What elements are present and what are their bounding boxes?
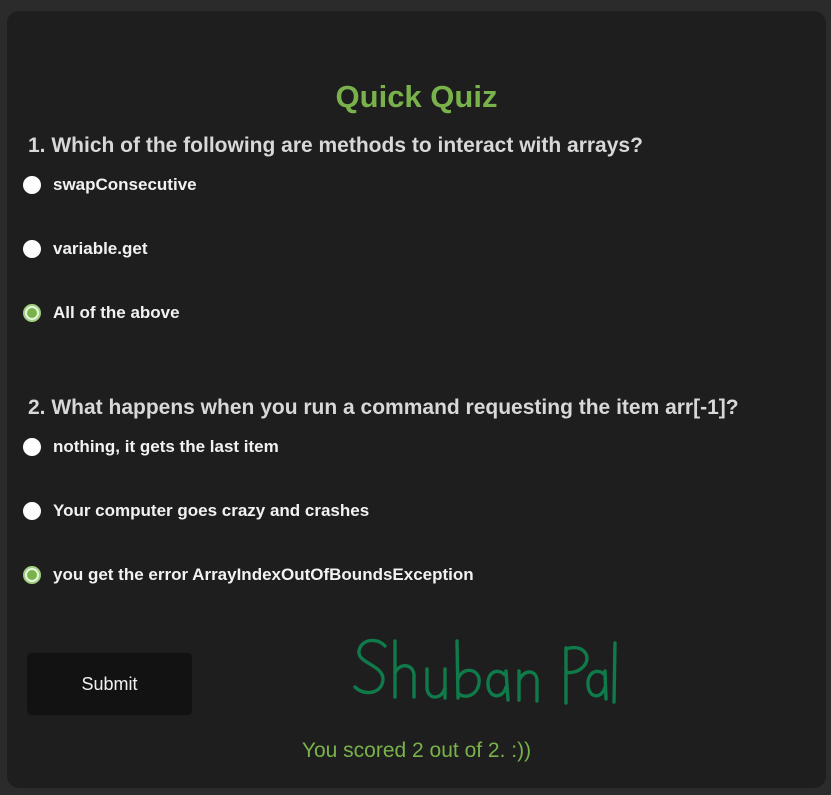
score-message: You scored 2 out of 2. :)) — [301, 739, 532, 762]
q1-option-2[interactable]: variable.get — [23, 238, 148, 260]
q2-option-3-radio[interactable] — [23, 566, 41, 584]
q1-option-1[interactable]: swapConsecutive — [23, 174, 197, 196]
quiz-card: Quick Quiz 1. Which of the following are… — [7, 11, 826, 788]
q2-option-2-label: Your computer goes crazy and crashes — [53, 501, 370, 520]
submit-button[interactable]: Submit — [27, 653, 192, 715]
quiz-title: Quick Quiz — [335, 79, 498, 114]
q2-option-3-label: you get the error ArrayIndexOutOfBoundsE… — [53, 565, 474, 584]
handwritten-signature — [353, 638, 617, 705]
q2-option-1-radio[interactable] — [23, 438, 41, 456]
q1-option-2-radio[interactable] — [23, 240, 41, 258]
q2-option-2[interactable]: Your computer goes crazy and crashes — [23, 500, 369, 522]
q1-option-1-radio[interactable] — [23, 176, 41, 194]
q1-option-1-label: swapConsecutive — [53, 175, 197, 194]
q1-option-3-radio[interactable] — [23, 304, 41, 322]
q2-option-3[interactable]: you get the error ArrayIndexOutOfBoundsE… — [23, 564, 474, 586]
question-2-text: 2. What happens when you run a command r… — [28, 396, 739, 419]
q1-option-2-label: variable.get — [53, 239, 148, 258]
q2-option-2-radio[interactable] — [23, 502, 41, 520]
q1-option-3[interactable]: All of the above — [23, 302, 180, 324]
q1-option-3-label: All of the above — [53, 303, 180, 322]
q2-option-1[interactable]: nothing, it gets the last item — [23, 436, 279, 458]
question-1-text: 1. Which of the following are methods to… — [28, 134, 643, 157]
q2-option-1-label: nothing, it gets the last item — [53, 437, 279, 456]
